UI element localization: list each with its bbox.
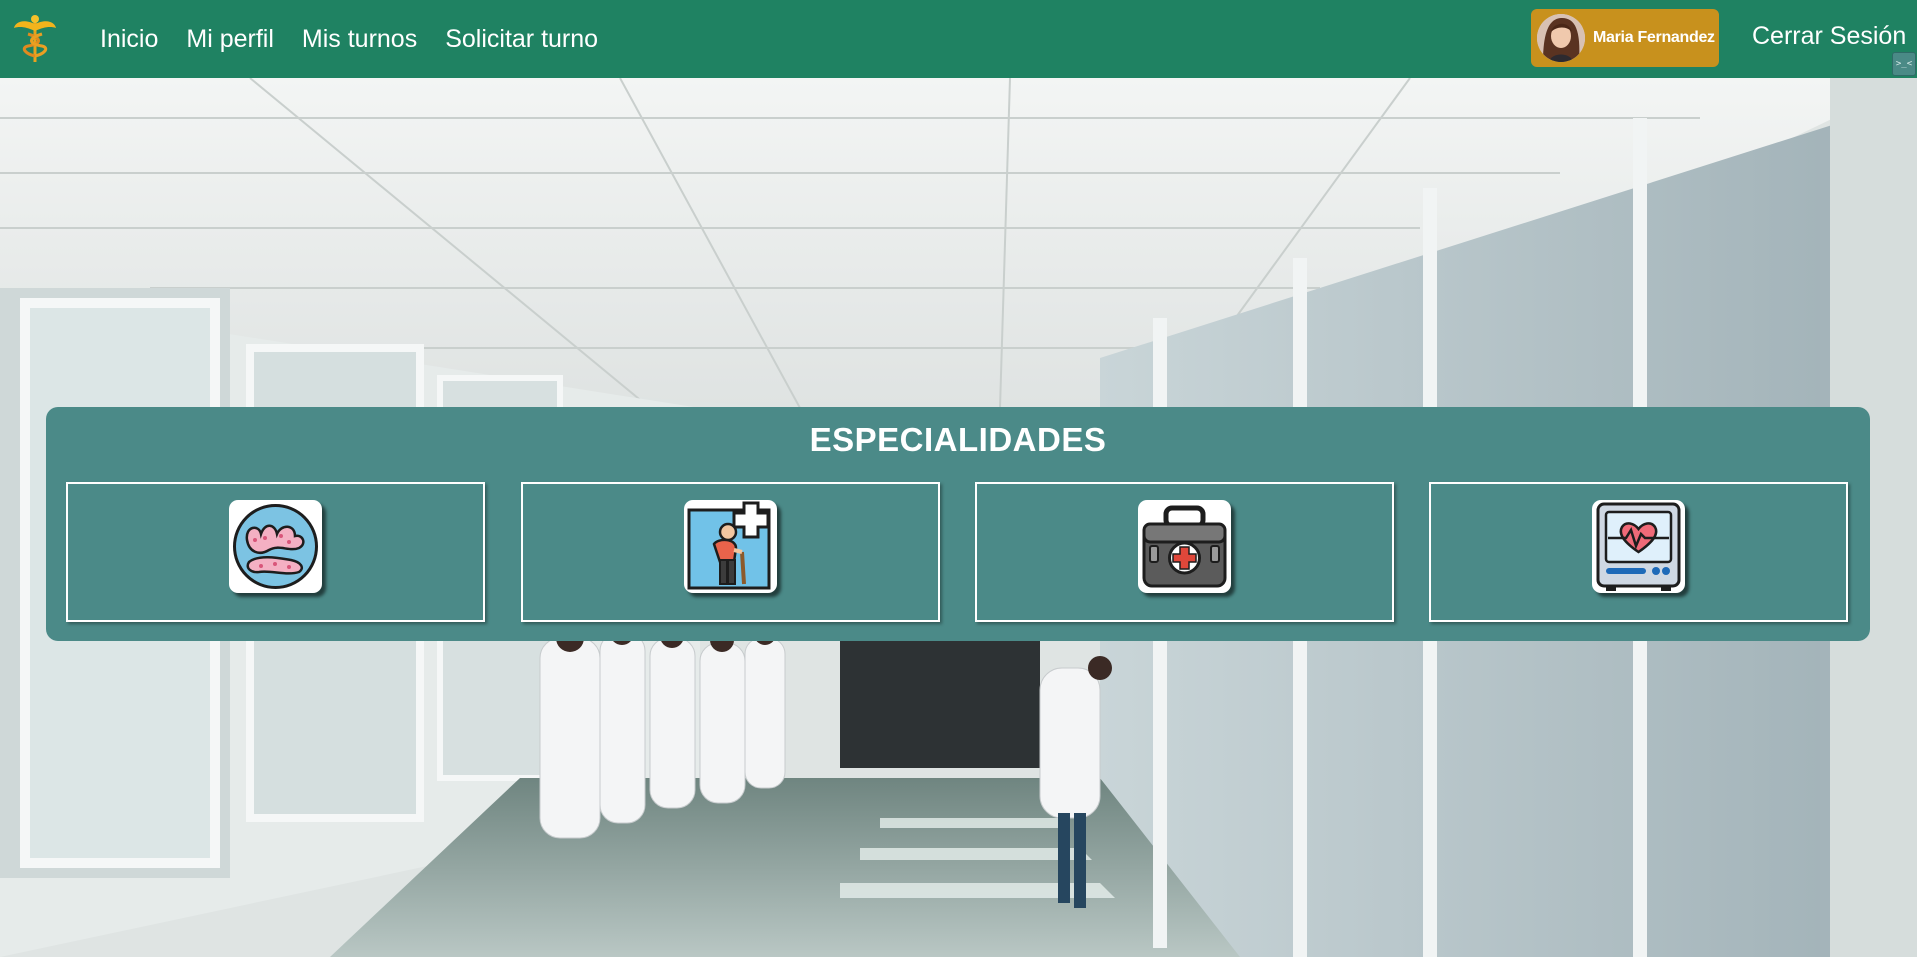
collapse-icon[interactable]: >_< bbox=[1892, 52, 1916, 76]
user-profile-chip[interactable]: Maria Fernandez bbox=[1531, 9, 1719, 67]
heart-monitor-icon bbox=[1592, 500, 1685, 593]
elderly-care-icon bbox=[684, 500, 777, 593]
specialties-title: ESPECIALIDADES bbox=[809, 421, 1107, 458]
specialty-card-geriatrics[interactable] bbox=[521, 482, 940, 622]
medical-kit-icon bbox=[1138, 500, 1231, 593]
specialty-card-general-medicine[interactable] bbox=[975, 482, 1394, 622]
nav-inicio[interactable]: Inicio bbox=[100, 25, 158, 54]
specialties-panel: ESPECIALIDADES bbox=[46, 407, 1870, 641]
user-name: Maria Fernandez bbox=[1593, 29, 1715, 46]
caduceus-icon[interactable] bbox=[12, 14, 58, 64]
main-nav: Inicio Mi perfil Mis turnos Solicitar tu… bbox=[100, 0, 626, 78]
nav-mis-turnos[interactable]: Mis turnos bbox=[302, 25, 417, 54]
specialty-card-cardiology[interactable] bbox=[1429, 482, 1848, 622]
nav-solicitar-turno[interactable]: Solicitar turno bbox=[445, 25, 598, 54]
nav-mi-perfil[interactable]: Mi perfil bbox=[186, 25, 274, 54]
endocrine-glands-icon bbox=[229, 500, 322, 593]
top-navbar: Inicio Mi perfil Mis turnos Solicitar tu… bbox=[0, 0, 1917, 78]
logout-link[interactable]: Cerrar Sesión bbox=[1752, 22, 1906, 51]
specialty-card-endocrinology[interactable] bbox=[66, 482, 485, 622]
avatar bbox=[1537, 14, 1585, 62]
